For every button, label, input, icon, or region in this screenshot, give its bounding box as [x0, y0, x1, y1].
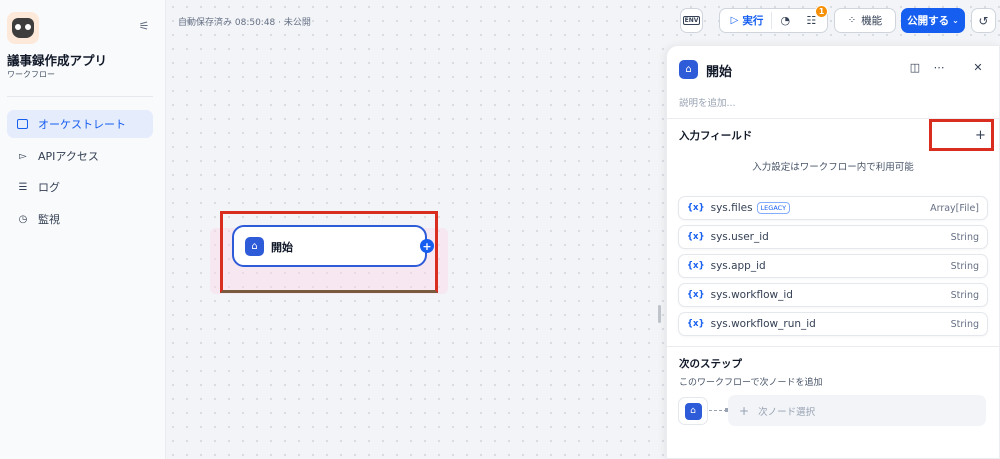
sliders-icon[interactable]: ⚟: [136, 19, 152, 35]
divider: [667, 346, 999, 347]
home-icon: ⌂: [679, 60, 698, 79]
sidebar-item-monitor[interactable]: ◷ 監視: [7, 205, 153, 233]
variable-name: sys.workflow_run_id: [710, 318, 816, 330]
plus-icon: +: [739, 403, 750, 418]
variable-type: String: [950, 318, 979, 330]
sidebar: ⚟ 議事録作成アプリ ワークフロー オーケストレート ▻ APIアクセス ☰ ロ…: [0, 0, 166, 459]
run-label: 実行: [742, 15, 764, 27]
variable-type: String: [950, 231, 979, 243]
variable-row[interactable]: {x} sys.app_id String: [678, 254, 988, 278]
checklist-badge: 1: [815, 5, 828, 18]
terminal-icon: ▻: [19, 150, 27, 162]
close-icon[interactable]: ✕: [970, 61, 986, 74]
history-check-icon[interactable]: ◔: [772, 14, 798, 27]
panel-resize-handle[interactable]: [658, 305, 661, 323]
sidebar-item-label: ログ: [38, 181, 60, 194]
variable-icon: {x}: [687, 319, 705, 329]
publish-label: 公開する: [907, 15, 950, 27]
node-panel: ⌂ 開始 ◫ ⋯ ✕ 説明を追加... 入力フィールド + 入力設定はワークフロ…: [666, 45, 1000, 459]
input-fields-hint: 入力設定はワークフロー内で利用可能: [752, 162, 914, 173]
panel-title: 開始: [706, 65, 733, 80]
home-icon: ⌂: [684, 402, 702, 420]
variable-row[interactable]: {x} sys.files LEGACY Array[File]: [678, 196, 988, 220]
app-type: ワークフロー: [7, 70, 55, 79]
sidebar-item-logs[interactable]: ☰ ログ: [7, 173, 153, 201]
app-logo-icon: [7, 12, 39, 44]
input-fields-title: 入力フィールド: [679, 130, 753, 142]
features-icon: ⁘: [847, 15, 857, 26]
more-icon[interactable]: ⋯: [931, 61, 947, 74]
log-icon: ☰: [18, 181, 28, 193]
sidebar-item-label: 監視: [38, 213, 60, 226]
variable-icon: {x}: [687, 203, 705, 213]
chevron-down-icon: ⌄: [952, 16, 959, 25]
variable-name: sys.files: [710, 202, 753, 214]
publish-button[interactable]: 公開する ⌄: [901, 8, 965, 33]
variable-type: Array[File]: [930, 202, 979, 214]
features-label: 機能: [861, 15, 883, 27]
play-icon: ▷: [730, 15, 739, 26]
run-button[interactable]: ▷ 実行: [723, 13, 772, 28]
sidebar-item-api-access[interactable]: ▻ APIアクセス: [7, 142, 153, 170]
next-step-description: このワークフローで次ノードを追加: [679, 378, 823, 388]
book-icon[interactable]: ◫: [907, 61, 923, 74]
layout-icon: [17, 119, 28, 129]
variable-row[interactable]: {x} sys.workflow_run_id String: [678, 312, 988, 336]
env-icon: ENV: [682, 16, 701, 25]
run-group: ▷ 実行 ◔ ☷: [719, 8, 828, 33]
variable-name: sys.workflow_id: [710, 289, 793, 301]
variable-row[interactable]: {x} sys.workflow_id String: [678, 283, 988, 307]
variable-type: String: [950, 289, 979, 301]
history-icon: ↺: [978, 13, 989, 28]
annotation-highlight-node: [220, 211, 438, 293]
legacy-badge: LEGACY: [756, 202, 791, 214]
version-history-button[interactable]: ↺: [971, 8, 996, 33]
annotation-highlight-add-button: [929, 119, 994, 151]
next-node-select[interactable]: + 次ノード選択: [728, 395, 986, 426]
variable-row[interactable]: {x} sys.user_id String: [678, 225, 988, 249]
current-node-chip: ⌂: [678, 397, 708, 425]
app-name: 議事録作成アプリ: [7, 53, 108, 68]
sidebar-item-label: APIアクセス: [38, 150, 99, 163]
sidebar-item-orchestrate[interactable]: オーケストレート: [7, 110, 153, 138]
env-button[interactable]: ENV: [680, 8, 703, 33]
autosave-status: 自動保存済み 08:50:48 · 未公開: [178, 18, 311, 28]
description-input[interactable]: 説明を追加...: [679, 95, 736, 109]
divider: [7, 96, 153, 97]
features-button[interactable]: ⁘ 機能: [834, 8, 896, 33]
variable-icon: {x}: [687, 261, 705, 271]
next-node-select-label: 次ノード選択: [758, 406, 816, 418]
variable-type: String: [950, 260, 979, 272]
variable-name: sys.app_id: [710, 260, 766, 272]
monitor-icon: ◷: [18, 213, 28, 225]
variable-icon: {x}: [687, 232, 705, 242]
sidebar-item-label: オーケストレート: [38, 118, 126, 131]
variable-name: sys.user_id: [710, 231, 769, 243]
variable-icon: {x}: [687, 290, 705, 300]
next-step-title: 次のステップ: [679, 358, 742, 370]
